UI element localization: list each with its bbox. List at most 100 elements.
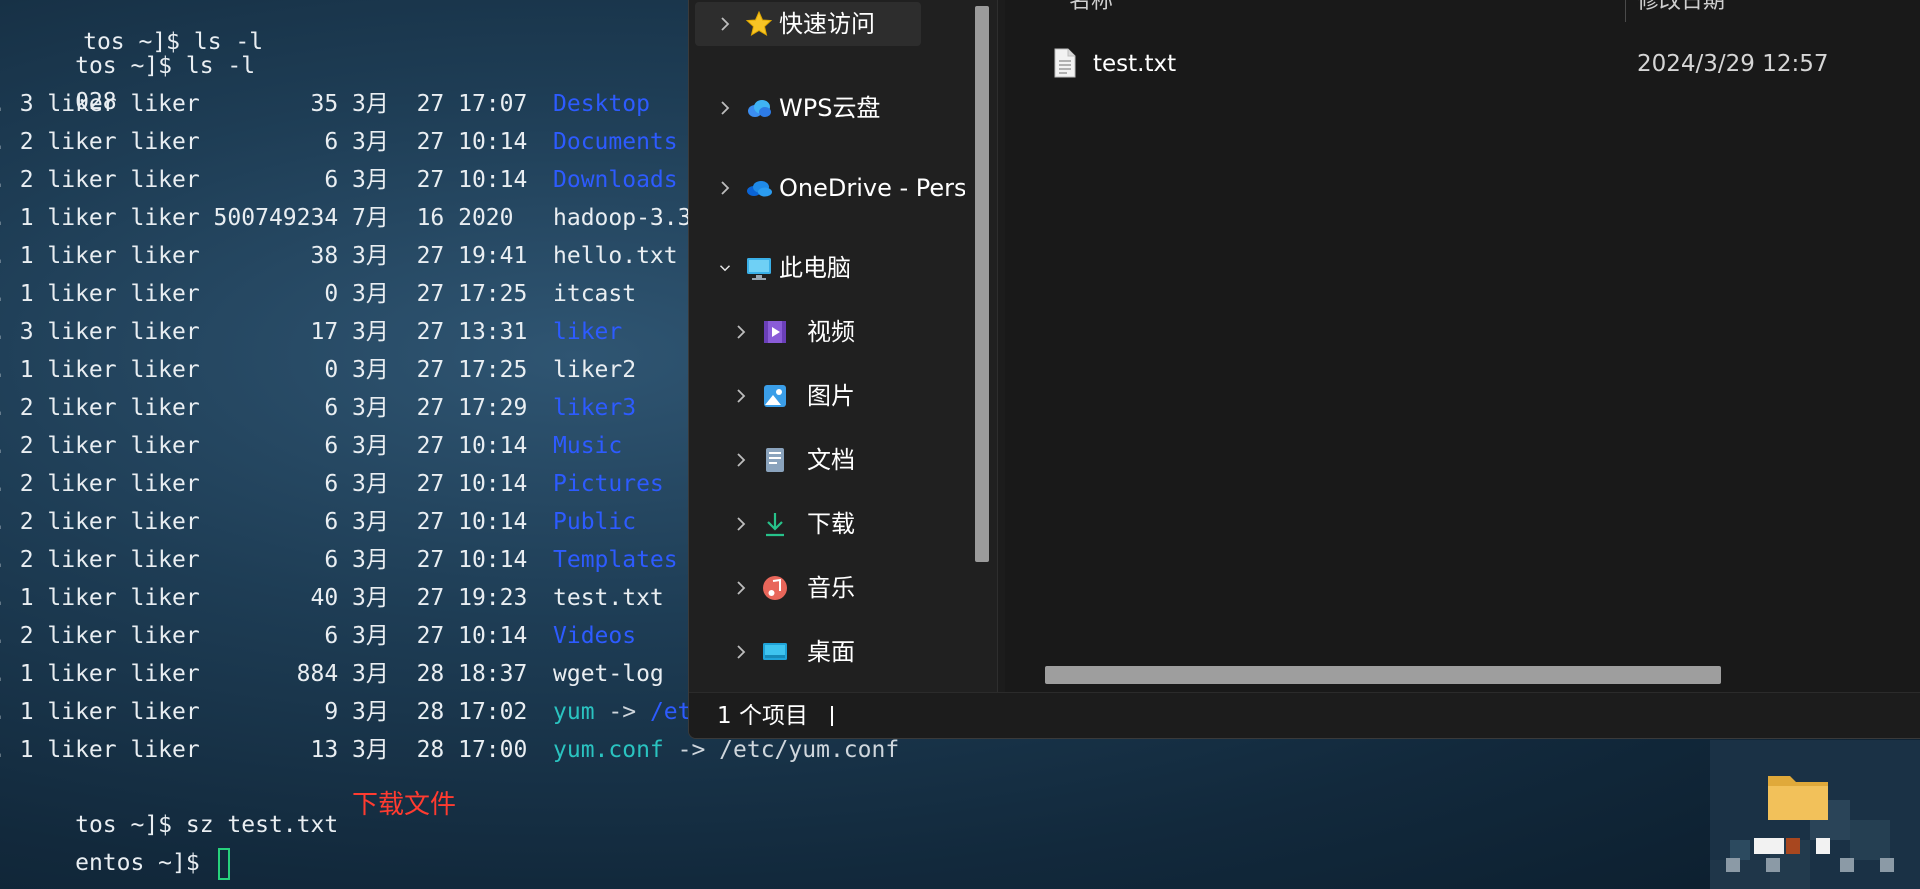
listing-meta: . 2 liker liker 6 3月 27 17:29 <box>0 395 528 421</box>
nav-item-label: 快速访问 <box>779 10 875 38</box>
nav-item-documents[interactable]: 文档 <box>695 438 957 482</box>
status-bar: 1 个项目 <box>689 692 1920 738</box>
column-header-modified[interactable]: 修改日期 <box>1637 0 1725 18</box>
chevron-right-icon[interactable] <box>715 2 735 46</box>
listing-name: hello.txt <box>553 243 678 269</box>
nav-item-label: WPS云盘 <box>779 94 881 122</box>
file-list-pane[interactable]: 名称 修改日期 test.txt 2024/3/29 12:57 <box>1005 0 1920 692</box>
nav-item-pictures[interactable]: 图片 <box>695 374 957 418</box>
chevron-down-icon[interactable] <box>715 246 735 290</box>
chevron-right-icon[interactable] <box>715 166 735 210</box>
nav-item-this-pc[interactable]: 此电脑 <box>695 246 957 290</box>
link-arrow: -> <box>594 699 650 725</box>
listing-name: wget-log <box>553 661 664 687</box>
listing-name: Desktop <box>553 91 650 117</box>
chevron-right-icon[interactable] <box>731 502 751 546</box>
listing-name: liker3 <box>553 395 637 421</box>
listing-meta: . 2 liker liker 6 3月 27 10:14 <box>0 623 528 649</box>
listing-name: Videos <box>553 623 637 649</box>
desktop-corner <box>1710 740 1920 889</box>
listing-name: yum <box>553 699 595 725</box>
nav-item-label: OneDrive - Pers <box>779 174 965 202</box>
column-header-name[interactable]: 名称 <box>1069 0 1113 18</box>
this-pc-icon <box>745 254 773 282</box>
onedrive-cloud-icon <box>745 174 773 202</box>
documents-icon <box>761 446 789 474</box>
listing-meta: . 2 liker liker 6 3月 27 10:14 <box>0 547 528 573</box>
horizontal-scrollbar[interactable] <box>1045 666 1721 684</box>
listing-meta: . 1 liker liker 500749234 7月 16 2020 <box>0 205 514 231</box>
terminal-sz-command: tos ~]$ sz test.txt <box>75 812 339 838</box>
terminal-ls-command: tos ~]$ ls -l <box>75 53 256 79</box>
status-divider <box>831 706 833 726</box>
desktop-screen: tos ~]$ ls -l tos ~]$ ls -l 028 . 3 like… <box>0 0 1920 889</box>
column-separator[interactable] <box>1625 0 1626 22</box>
file-explorer-window[interactable]: 快速访问 WPS云盘 OneDrive - Pers 此电脑 视频 图片 文档 下载 音乐 桌面 … <box>688 0 1920 739</box>
navigation-scrollbar[interactable] <box>975 6 989 562</box>
file-modified-date: 2024/3/29 12:57 <box>1637 51 1829 77</box>
chevron-right-icon[interactable] <box>715 86 735 130</box>
videos-icon <box>761 318 789 346</box>
listing-meta: . 3 liker liker 35 3月 27 17:07 <box>0 91 528 117</box>
listing-name: Downloads <box>553 167 678 193</box>
listing-meta: . 1 liker liker 13 3月 28 17:00 <box>0 737 528 763</box>
listing-name: Documents <box>553 129 678 155</box>
nav-item-label: 文档 <box>807 446 855 474</box>
listing-name: Templates <box>553 547 678 573</box>
listing-name: liker <box>553 319 623 345</box>
terminal-cursor <box>217 847 230 880</box>
nav-item-wps-cloud[interactable]: WPS云盘 <box>695 86 957 130</box>
navigation-pane[interactable]: 快速访问 WPS云盘 OneDrive - Pers 此电脑视频图片文档下载音乐桌面 <box>689 0 998 692</box>
listing-meta: . 1 liker liker 40 3月 27 19:23 <box>0 585 528 611</box>
chevron-right-icon[interactable] <box>731 630 751 674</box>
file-row[interactable]: test.txt 2024/3/29 12:57 <box>1005 44 1920 84</box>
nav-item-onedrive-cloud[interactable]: OneDrive - Pers <box>695 166 965 210</box>
nav-item-star[interactable]: 快速访问 <box>695 2 921 46</box>
nav-item-desktop[interactable]: 桌面 <box>695 630 957 674</box>
chevron-right-icon[interactable] <box>731 566 751 610</box>
listing-name: Pictures <box>553 471 664 497</box>
wps-cloud-icon <box>745 94 773 122</box>
listing-name: yum.conf <box>553 737 664 763</box>
listing-meta: . 1 liker liker 0 3月 27 17:25 <box>0 357 528 383</box>
nav-item-videos[interactable]: 视频 <box>695 310 957 354</box>
listing-meta: . 2 liker liker 6 3月 27 10:14 <box>0 433 528 459</box>
listing-meta: . 1 liker liker 0 3月 27 17:25 <box>0 281 528 307</box>
listing-meta: . 1 liker liker 884 3月 28 18:37 <box>0 661 528 687</box>
listing-meta: . 2 liker liker 6 3月 27 10:14 <box>0 471 528 497</box>
item-count: 1 个项目 <box>717 703 808 729</box>
listing-meta: . 1 liker liker 38 3月 27 19:41 <box>0 243 528 269</box>
pictures-icon <box>761 382 789 410</box>
listing-name: test.txt <box>553 585 664 611</box>
listing-name: itcast <box>553 281 637 307</box>
nav-item-label: 桌面 <box>807 638 855 666</box>
music-icon <box>761 574 789 602</box>
terminal-total-line: 028 <box>75 89 117 115</box>
listing-meta: . 2 liker liker 6 3月 27 10:14 <box>0 129 528 155</box>
folder-icon[interactable] <box>1768 770 1828 820</box>
listing-meta: . 2 liker liker 6 3月 27 10:14 <box>0 167 528 193</box>
star-icon <box>745 10 773 38</box>
chevron-right-icon[interactable] <box>731 438 751 482</box>
desktop-icon <box>761 638 789 666</box>
terminal-current-prompt[interactable]: entos ~]$ <box>0 809 230 880</box>
text-file-icon <box>1054 48 1076 78</box>
link-arrow: -> <box>663 737 720 763</box>
chevron-right-icon[interactable] <box>731 310 751 354</box>
nav-item-music[interactable]: 音乐 <box>695 566 957 610</box>
nav-item-label: 音乐 <box>807 574 855 602</box>
nav-item-label: 视频 <box>807 318 855 346</box>
download-file-annotation: 下载文件 <box>352 790 457 820</box>
downloads-icon <box>761 510 789 538</box>
listing-name: liker2 <box>553 357 637 383</box>
file-name: test.txt <box>1093 51 1177 77</box>
nav-item-label: 此电脑 <box>779 254 851 282</box>
link-target: /etc/yum.conf <box>719 737 900 763</box>
listing-name: hadoop-3.3. <box>553 205 706 231</box>
listing-meta: . 2 liker liker 6 3月 27 10:14 <box>0 509 528 535</box>
listing-meta: . 1 liker liker 9 3月 28 17:02 <box>0 699 528 725</box>
chevron-right-icon[interactable] <box>731 374 751 418</box>
nav-item-downloads[interactable]: 下载 <box>695 502 957 546</box>
link-target: /et <box>649 699 692 725</box>
listing-name: Public <box>553 509 637 535</box>
